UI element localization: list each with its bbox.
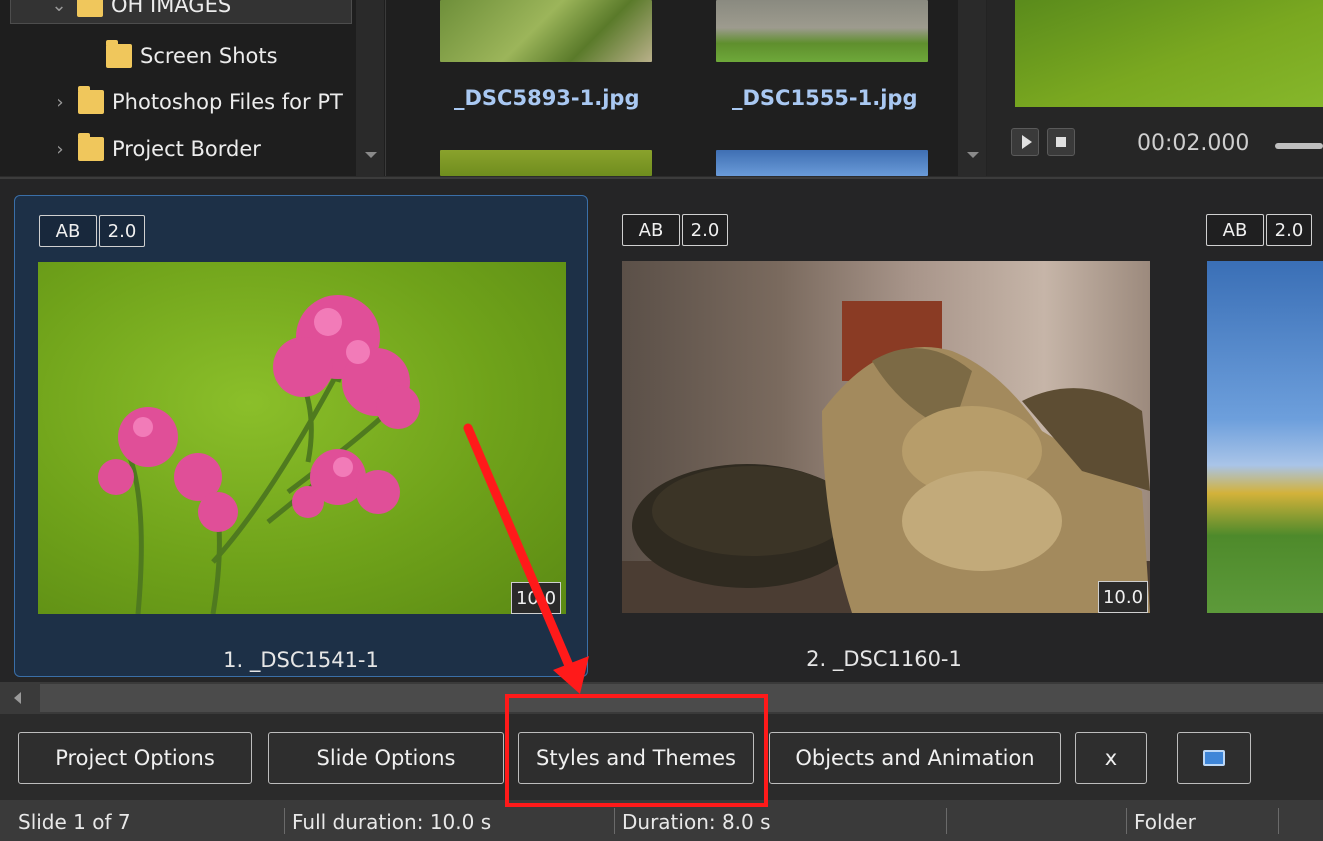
file-name[interactable]: _DSC1555-1.jpg [732, 86, 917, 110]
file-browser: _DSC5893-1.jpg _DSC1555-1.jpg [386, 0, 958, 176]
tree-item-label: OH IMAGES [111, 0, 232, 17]
x-button[interactable]: x [1075, 732, 1147, 784]
transition-duration-badge[interactable]: 2.0 [1266, 214, 1312, 246]
tree-item-label: Project Border [112, 137, 261, 161]
file-browser-scrollbar[interactable] [958, 0, 986, 176]
status-folder: Folder [1134, 810, 1196, 834]
slide-thumbnail[interactable] [622, 261, 1150, 613]
status-duration: Duration: 8.0 s [622, 810, 771, 834]
project-options-button[interactable]: Project Options [18, 732, 252, 784]
file-thumbnail[interactable] [716, 150, 928, 176]
tree-item-label: Photoshop Files for PT [112, 90, 343, 114]
scrollbar-thumb[interactable] [40, 684, 1323, 712]
file-thumbnail[interactable] [440, 150, 652, 176]
slide-options-button[interactable]: Slide Options [268, 732, 504, 784]
folder-tree: ⌄ OH IMAGES Screen Shots › Photoshop Fil… [0, 0, 386, 176]
timecode: 00:02.000 [1137, 131, 1250, 156]
slide-caption: 1. _DSC1541-1 [223, 648, 379, 672]
scroll-down-icon[interactable] [365, 152, 377, 158]
transition-duration-badge[interactable]: 2.0 [99, 215, 145, 247]
slide-thumbnail[interactable] [38, 262, 566, 614]
folder-tree-scrollbar[interactable] [356, 0, 384, 176]
slide-caption: 2. _DSC1160-1 [806, 647, 962, 671]
status-bar: Slide 1 of 7 Full duration: 10.0 s Durat… [0, 800, 1323, 841]
transition-ab-badge[interactable]: AB [1206, 214, 1264, 246]
file-name[interactable]: _DSC5893-1.jpg [454, 86, 639, 110]
slide-list: AB 2.0 10.0 1. _DSC1541-1 AB 2.0 10.0 2.… [0, 177, 1323, 684]
effigy-image [622, 301, 1150, 613]
status-full-duration: Full duration: 10.0 s [292, 810, 492, 834]
folder-icon [106, 40, 132, 68]
slide-thumbnail[interactable] [1207, 261, 1323, 613]
chevron-down-icon[interactable]: ⌄ [47, 0, 71, 16]
transition-ab-badge[interactable]: AB [39, 215, 97, 247]
tree-item-project-border[interactable]: › Project Border [48, 131, 261, 167]
tree-item-oh-images[interactable]: ⌄ OH IMAGES [10, 0, 352, 24]
styles-and-themes-button[interactable]: Styles and Themes [518, 732, 754, 784]
screen-button[interactable] [1177, 732, 1251, 784]
chevron-right-icon[interactable]: › [48, 92, 72, 113]
status-separator [946, 808, 947, 834]
status-separator [1126, 808, 1127, 834]
folder-icon [77, 0, 103, 17]
file-thumbnail[interactable] [440, 0, 652, 62]
slide-card-1[interactable]: AB 2.0 10.0 1. _DSC1541-1 [14, 195, 588, 677]
scroll-down-icon[interactable] [967, 152, 979, 158]
transition-duration-badge[interactable]: 2.0 [682, 214, 728, 246]
scroll-left-icon[interactable] [14, 692, 21, 704]
preview-image [1015, 0, 1323, 107]
slide-card-3[interactable]: AB 2.0 [1182, 195, 1323, 675]
folder-icon [78, 133, 104, 161]
file-thumbnail[interactable] [716, 0, 928, 62]
transition-ab-badge[interactable]: AB [622, 214, 680, 246]
folder-icon [78, 86, 104, 114]
chevron-right-icon[interactable]: › [48, 139, 72, 160]
status-separator [1278, 808, 1279, 834]
volume-slider[interactable] [1275, 143, 1323, 149]
tree-item-label: Screen Shots [140, 44, 278, 68]
play-icon [1021, 135, 1032, 149]
action-toolbar: Project Options Slide Options Styles and… [0, 714, 1323, 800]
status-separator [614, 808, 615, 834]
tree-item-photoshop-files[interactable]: › Photoshop Files for PT [48, 84, 356, 120]
slide-card-2[interactable]: AB 2.0 10.0 2. _DSC1160-1 [598, 195, 1170, 675]
slide-duration-badge[interactable]: 10.0 [1098, 581, 1148, 613]
flower-image [98, 295, 420, 614]
slide-list-scrollbar[interactable] [0, 682, 1323, 714]
stop-icon [1056, 137, 1066, 147]
slide-duration-badge[interactable]: 10.0 [511, 582, 561, 614]
status-separator [284, 808, 285, 834]
play-button[interactable] [1011, 128, 1039, 156]
status-slide-count: Slide 1 of 7 [18, 810, 131, 834]
stop-button[interactable] [1047, 128, 1075, 156]
monitor-icon [1203, 750, 1225, 766]
objects-and-animation-button[interactable]: Objects and Animation [769, 732, 1061, 784]
top-panels: ⌄ OH IMAGES Screen Shots › Photoshop Fil… [0, 0, 1323, 176]
tree-item-screen-shots[interactable]: Screen Shots [100, 38, 278, 74]
preview-panel: 00:02.000 [987, 0, 1323, 176]
